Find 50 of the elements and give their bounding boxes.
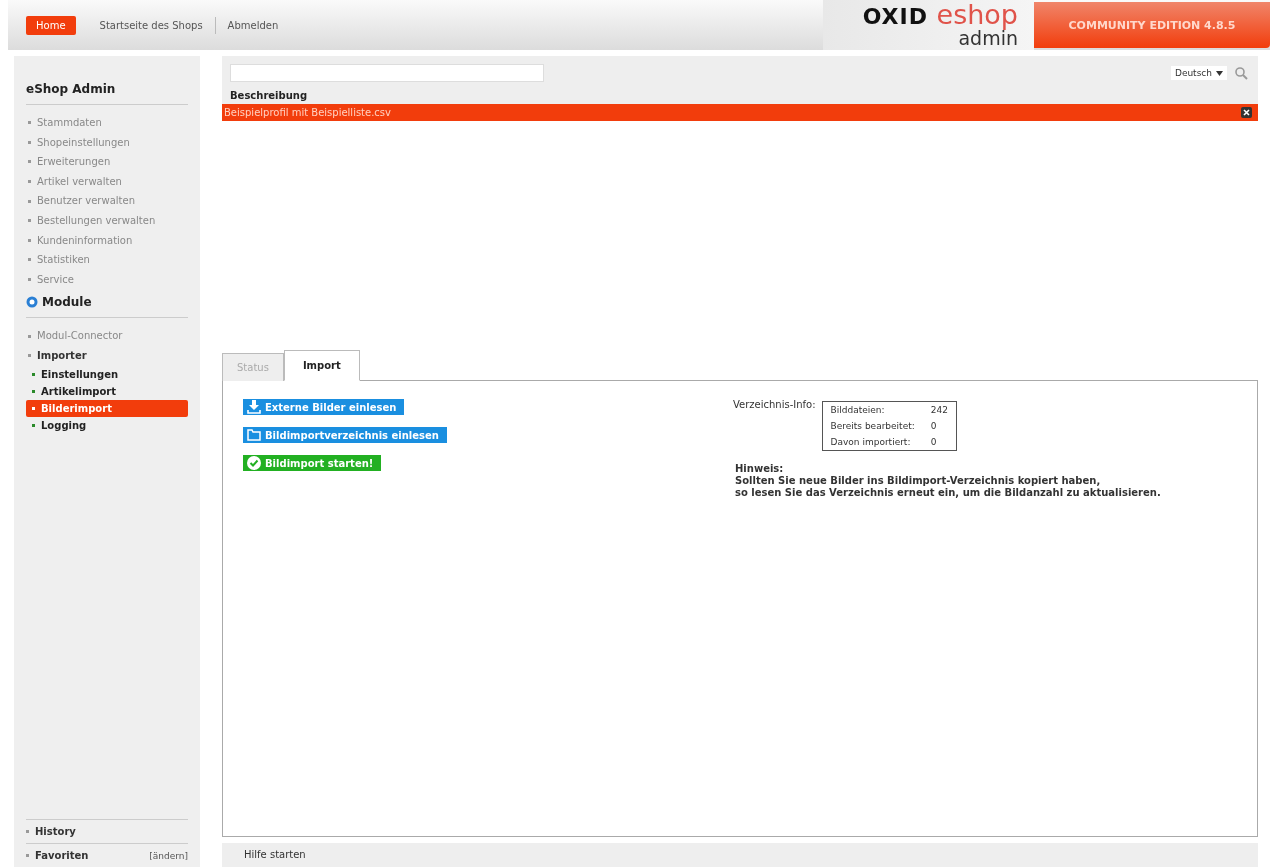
note-text: Hinweis: Sollten Sie neue Bilder ins Bildimport-Verzeichnis kopiert haben, so lesen Sie das Verzeichnis erneut ein, um die Bildanzahl zu aktualisieren.: [734, 463, 1161, 499]
sidebar-menu-item[interactable]: Shopeinstellungen: [37, 132, 130, 153]
search-field[interactable]: [230, 64, 544, 82]
sidebar-title: eShop Admin: [26, 82, 188, 105]
sidebar-submenu-item[interactable]: Bilderimport: [26, 399, 188, 417]
info-label: Davon importiert:: [822, 434, 923, 451]
column-header[interactable]: Beschreibung: [222, 84, 1258, 104]
action-button[interactable]: Bildimport starten!: [243, 455, 382, 471]
search-icon[interactable]: [1235, 66, 1248, 80]
info-value: 0: [922, 418, 957, 434]
sidebar-menu-item[interactable]: Kundeninformation: [37, 230, 133, 251]
sidebar-menu-item[interactable]: Service: [37, 269, 74, 290]
info-label: Bereits bearbeitet:: [822, 418, 923, 434]
help-link[interactable]: Hilfe starten: [244, 849, 306, 860]
list-row[interactable]: Beispielprofil mit Beispielliste.csv: [222, 104, 1258, 121]
info-label: Bilddateien:: [822, 401, 923, 418]
action-button[interactable]: Bildimportverzeichnis einlesen: [243, 427, 447, 443]
checkmark-icon: [247, 456, 261, 470]
favorites-link[interactable]: Favoriten: [35, 850, 89, 861]
folder-icon: [247, 429, 261, 441]
delete-icon[interactable]: [1241, 107, 1252, 118]
history-link[interactable]: History: [35, 826, 76, 837]
sidebar-menu-item[interactable]: Modul-Connector: [37, 326, 123, 346]
download-icon: [247, 400, 261, 414]
info-value: 0: [922, 434, 957, 451]
sidebar-submenu-item[interactable]: Logging: [26, 416, 188, 434]
header-nav-link[interactable]: Startseite des Shops: [87, 16, 216, 34]
header-nav-link[interactable]: Home: [26, 15, 76, 35]
caret-icon: [1216, 70, 1223, 76]
module-section-title: Module: [42, 295, 92, 310]
sidebar-menu-item[interactable]: Bestellungen verwalten: [37, 210, 156, 231]
info-value: 242: [922, 401, 957, 418]
tab[interactable]: Import: [283, 350, 360, 381]
directory-info-label: Verzeichnis-Info:: [733, 399, 816, 412]
tab[interactable]: Status: [222, 353, 284, 381]
sidebar-menu-item[interactable]: Importer: [37, 345, 87, 366]
oxid-eshop-logo: OXID eshop admin: [822, 0, 1034, 50]
action-button[interactable]: Externe Bilder einlesen: [243, 399, 405, 415]
sidebar-menu-item[interactable]: Benutzer verwalten: [37, 191, 135, 211]
language-select[interactable]: Deutsch: [1170, 66, 1227, 80]
sidebar-submenu-item[interactable]: Artikelimport: [26, 382, 188, 400]
sidebar-submenu-item[interactable]: Einstellungen: [26, 365, 188, 383]
edition-badge: COMMUNITY EDITION 4.8.5: [1034, 2, 1270, 48]
header-nav-link[interactable]: Abmelden: [215, 16, 291, 34]
favorites-edit-link[interactable]: [ändern]: [149, 850, 188, 861]
sidebar-menu-item[interactable]: Stammdaten: [37, 113, 102, 133]
sidebar-menu-item[interactable]: Erweiterungen: [37, 152, 111, 172]
module-icon: [26, 296, 38, 309]
sidebar-menu-item[interactable]: Statistiken: [37, 250, 90, 270]
sidebar-menu-item[interactable]: Artikel verwalten: [37, 171, 122, 192]
